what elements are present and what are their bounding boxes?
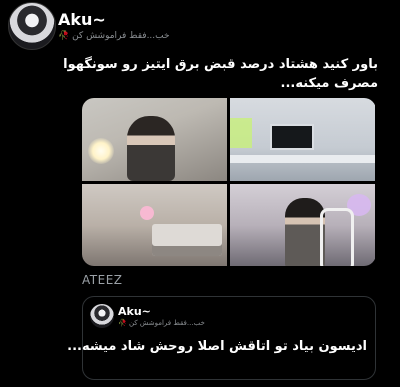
chair xyxy=(320,208,354,266)
tweet-line-2: مصرف میکنه... xyxy=(280,76,379,91)
bed xyxy=(152,224,222,256)
media-grid xyxy=(82,98,376,266)
author-handle: خب...فقط فراموشش کن 🥀 xyxy=(58,31,170,41)
tweet-line-1: باور کنید هشتاد درصد قبض برق ایتیز رو سو… xyxy=(63,57,378,72)
quote-author-name[interactable]: Aku~ xyxy=(118,305,151,318)
author-avatar[interactable] xyxy=(8,2,56,50)
led-light xyxy=(230,118,252,148)
quoted-tweet[interactable]: Aku~ خب...فقط فراموشش کن 🥀 ادیسون بیاد ت… xyxy=(67,296,376,380)
tweet-text: باور کنید هشتاد درصد قبض برق ایتیز رو سو… xyxy=(63,55,379,93)
photo-2[interactable] xyxy=(230,98,375,181)
quote-avatar[interactable] xyxy=(90,304,114,328)
pink-lamp xyxy=(140,206,154,220)
monitor xyxy=(270,124,314,150)
quote-text: ادیسون بیاد تو اتاقش اصلا روحش شاد میشه.… xyxy=(67,339,367,354)
person-figure xyxy=(127,116,175,181)
photo-3[interactable] xyxy=(82,184,227,266)
desk xyxy=(230,155,375,163)
media-caption: ATEEZ xyxy=(82,273,123,287)
person-figure xyxy=(285,198,325,266)
photo-4[interactable] xyxy=(230,184,375,266)
quote-author-handle: خب...فقط فراموشش کن 🥀 xyxy=(118,319,205,327)
photo-1[interactable] xyxy=(82,98,227,181)
author-name[interactable]: Aku~ xyxy=(58,10,106,29)
lamp-glow xyxy=(88,138,114,164)
